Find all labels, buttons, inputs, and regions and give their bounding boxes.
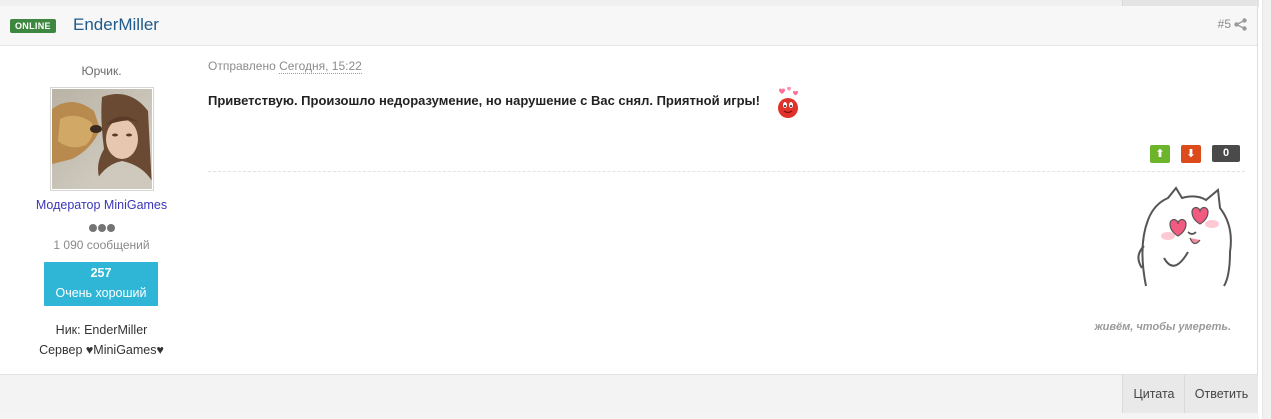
online-badge: ONLINE [10,19,56,33]
rank-pip [106,224,115,232]
reputation-label: Очень хороший [55,286,147,300]
arrow-down-icon: ⬇ [1186,148,1196,160]
signature-divider [208,171,1245,172]
post-number-link[interactable]: #5 [1218,17,1231,31]
reputation-value: 257 [90,266,112,280]
signature-cat-image [1137,186,1232,287]
quote-button[interactable]: Цитата [1122,375,1185,413]
in-love-smiley-icon [778,86,798,118]
post-header: ONLINE EnderMiller #5 [0,6,1257,46]
avatar[interactable] [50,87,154,191]
post-footer: Цитата Ответить [0,374,1258,414]
author-custom-title: Юрчик. [81,64,122,78]
rank-pip [88,224,97,232]
author-nick-field: Ник: EnderMiller [55,323,148,337]
share-icon[interactable] [1234,18,1247,31]
rank-pips [88,220,116,232]
next-post-strip [0,413,1259,419]
post-date-line: Отправлено Сегодня, 15:22 [208,59,362,74]
vote-up-button[interactable]: ⬆ [1150,145,1170,163]
arrow-up-icon: ⬆ [1155,148,1165,160]
reply-button[interactable]: Ответить [1184,375,1258,413]
forum-post: ONLINE EnderMiller #5 Юрчик. Модератор M… [0,6,1258,414]
reputation-badge: 257 Очень хороший [44,262,158,306]
rank-pip [97,224,106,232]
post-date-prefix: Отправлено [208,59,276,73]
author-server-field: Сервер ♥MiniGames♥ [39,343,164,357]
page-scrollbar[interactable] [1262,0,1271,419]
post-date: Сегодня, 15:22 [279,59,362,74]
avatar-photo [52,89,152,189]
author-post-count: 1 090 сообщений [53,238,150,252]
author-group-role: Модератор MiniGames [35,198,168,212]
vote-count: 0 [1212,145,1240,162]
vote-down-button[interactable]: ⬇ [1181,145,1201,163]
signature-text: живём, чтобы умереть. [1094,321,1231,333]
post-message-text: Приветствую. Произошло недоразумение, но… [208,93,760,108]
author-panel: Юрчик. Модератор MiniGames 1 090 сообщен… [0,46,203,376]
post-author-username[interactable]: EnderMiller [73,14,159,36]
